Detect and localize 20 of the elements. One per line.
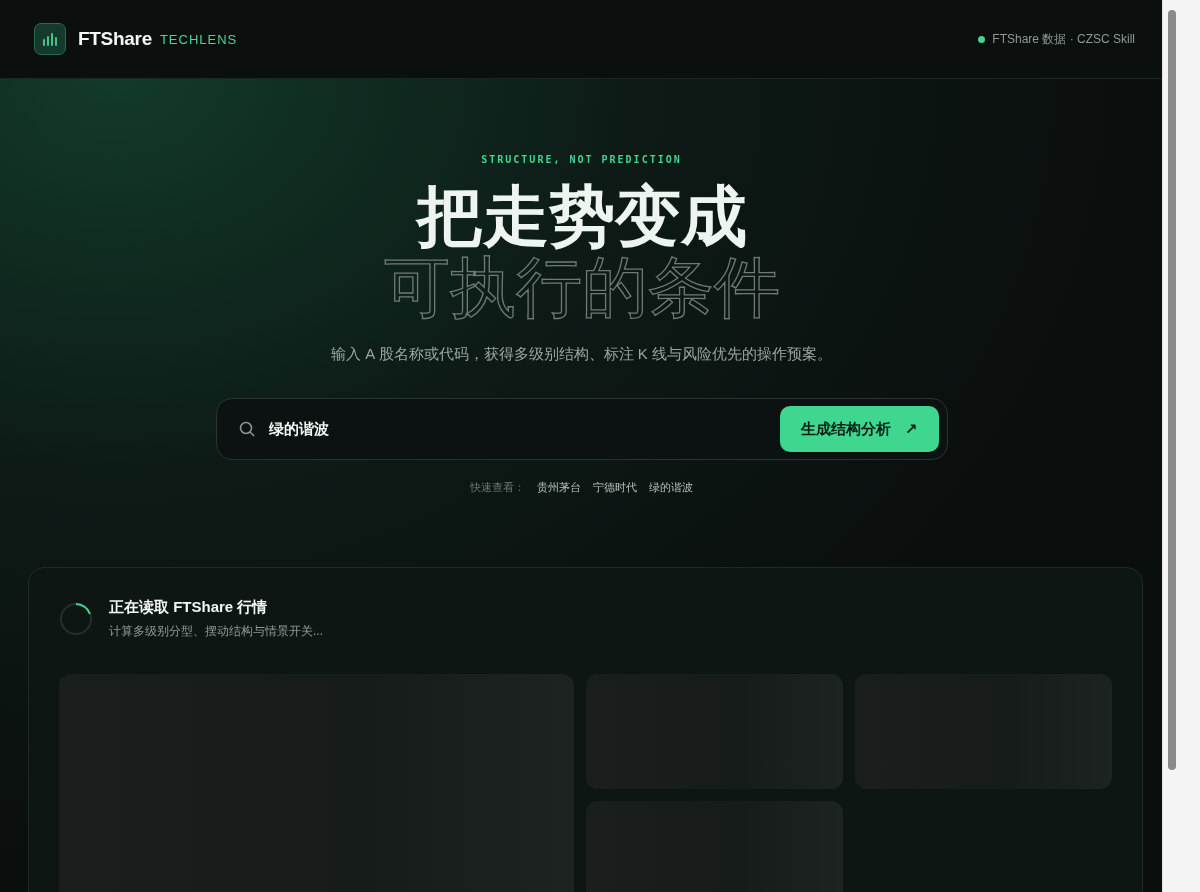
brand-name: FTShare <box>78 28 152 50</box>
loading-spinner-icon <box>59 602 93 636</box>
hero-title: 把走势变成 <box>416 179 747 253</box>
quick-stock-link[interactable]: 宁德时代 <box>593 480 637 495</box>
loading-subtitle: 计算多级别分型、摆动结构与情景开关... <box>109 623 323 640</box>
quick-stock-link[interactable]: 绿的谐波 <box>649 480 693 495</box>
loading-title: 正在读取 FTShare 行情 <box>109 598 269 617</box>
hero-subtitle: 输入 A 股名称或代码，获得多级别结构、标注 K 线与风险优先的操作预案。 <box>331 345 832 364</box>
bar-chart-logo-icon <box>34 23 66 55</box>
hero-outline-title: 可执行的条件 <box>383 253 780 321</box>
search-field[interactable]: 绿的谐波 生成结构分析 ↗ <box>215 398 948 460</box>
status-dot <box>978 35 986 43</box>
search-icon <box>238 421 255 437</box>
quick-stock-link[interactable]: 贵州茅台 <box>537 480 581 495</box>
data-source-label: FTShare 数据 · CZSC Skill <box>992 30 1135 48</box>
analyze-button[interactable]: 生成结构分析 ↗ <box>779 406 939 452</box>
scrollbar-thumb[interactable] <box>1168 10 1176 770</box>
quick-view-label: 快速查看： <box>470 480 525 495</box>
brand-tag: TECHLENS <box>159 31 238 47</box>
eyebrow-text: STRUCTURE, NOT PREDICTION <box>481 154 682 165</box>
